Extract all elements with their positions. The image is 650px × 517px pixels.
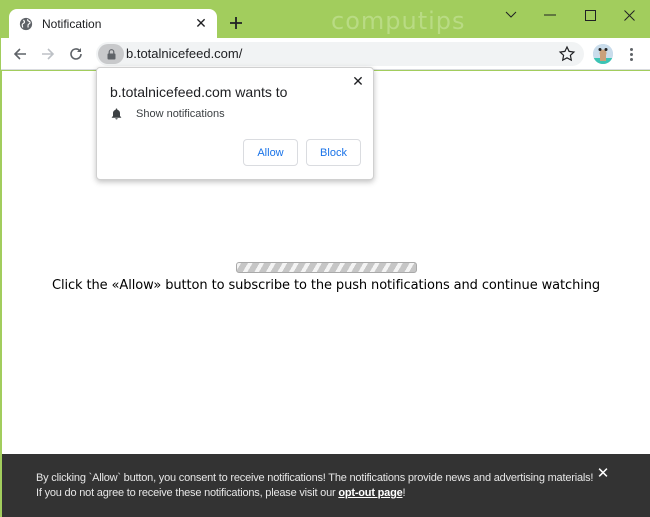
maximize-button[interactable] [570,1,610,29]
back-arrow-icon [13,48,26,60]
address-bar[interactable]: b.totalnicefeed.com/ [96,42,584,66]
reload-icon [70,48,82,60]
globe-icon [19,17,33,30]
banner-line-2-suffix: ! [402,487,406,499]
tab-title: Notification [42,16,102,31]
toolbar: b.totalnicefeed.com/ [1,38,650,70]
notification-permission-popup: b.totalnicefeed.com wants to ✕ Show noti… [96,67,374,180]
bell-icon [111,108,122,120]
popup-close-icon[interactable]: ✕ [350,73,366,89]
tab-close-icon[interactable]: ✕ [189,14,213,34]
maximize-icon [584,9,596,21]
kebab-menu-icon[interactable] [621,43,641,65]
banner-line-2: If you do not agree to receive these not… [36,486,593,501]
tab-search-button[interactable] [491,1,531,29]
page-headline: Click the «Allow» button to subscribe to… [51,278,601,293]
permission-text: Show notifications [136,108,225,120]
permission-row: Show notifications [111,108,225,120]
opt-out-link[interactable]: opt-out page [338,487,402,499]
minimize-button[interactable] [530,1,570,29]
star-icon[interactable] [558,45,576,63]
popup-title: b.totalnicefeed.com wants to [110,84,288,100]
forward-arrow-icon [42,48,55,60]
banner-close-icon[interactable]: ✕ [596,465,610,482]
chevron-down-icon [505,11,517,18]
lock-icon [107,48,115,59]
banner-line-1: By clicking `Allow` button, you consent … [36,472,594,484]
banner-text: By clicking `Allow` button, you consent … [36,471,593,501]
url-text[interactable]: b.totalnicefeed.com/ [126,46,242,61]
avatar-icon [593,44,613,64]
reload-button[interactable] [64,42,88,66]
watermark: computips [331,7,466,35]
loading-progress-bar [236,262,417,273]
back-button[interactable] [8,42,32,66]
banner-line-2-prefix: If you do not agree to receive these not… [36,487,339,499]
block-button[interactable]: Block [306,139,361,166]
consent-banner: By clicking `Allow` button, you consent … [2,454,650,517]
site-info-button[interactable] [98,44,124,64]
tab-notification[interactable]: Notification ✕ [9,9,217,38]
plus-icon [230,17,242,29]
forward-button[interactable] [36,42,60,66]
profile-avatar[interactable] [593,44,613,64]
close-window-button[interactable] [609,1,649,29]
allow-button[interactable]: Allow [243,139,298,166]
minimize-icon [544,14,556,16]
browser-window: Notification ✕ computips b.totalnicefeed… [0,0,650,517]
close-icon [623,9,635,21]
new-tab-button[interactable] [225,12,247,34]
title-bar: Notification ✕ computips [1,1,650,38]
